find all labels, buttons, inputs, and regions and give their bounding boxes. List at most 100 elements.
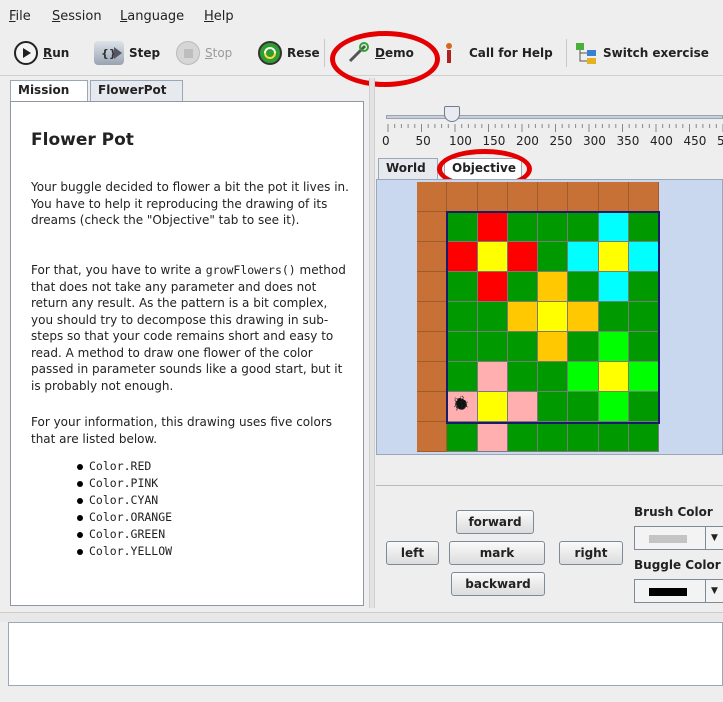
grid-cell [538, 272, 569, 302]
grid-cell [507, 392, 538, 422]
grid-cell [417, 212, 448, 242]
grid-cell [628, 422, 659, 452]
grid-cell [507, 362, 538, 392]
stop-button[interactable]: Stop [176, 34, 232, 72]
run-button[interactable]: Run [14, 34, 69, 72]
grid-cell [447, 242, 478, 272]
step-button[interactable]: {} Step [94, 34, 160, 72]
tick-label: 450 [683, 134, 707, 148]
tick-label: 0 [382, 134, 390, 148]
tick-label: 500 [717, 134, 723, 148]
tick-label: 200 [516, 134, 539, 148]
list-item: Color.GREEN [77, 526, 172, 543]
grid-cell [628, 182, 659, 212]
grid-cell [628, 212, 659, 242]
mark-button[interactable]: mark [449, 541, 545, 565]
right-button[interactable]: right [559, 541, 623, 565]
tick-label: 350 [616, 134, 640, 148]
tick-label: 150 [482, 134, 506, 148]
forward-button[interactable]: forward [456, 510, 534, 534]
grid-cell [538, 422, 569, 452]
grid-cell [538, 182, 569, 212]
list-item: Color.CYAN [77, 492, 172, 509]
output-log[interactable] [8, 622, 723, 686]
grid-cell [507, 332, 538, 362]
wand-icon [346, 41, 370, 65]
grid-cell [598, 212, 629, 242]
buggle-color-select[interactable]: ▼ [634, 579, 723, 603]
left-button[interactable]: left [386, 541, 439, 565]
mission-title: Flower Pot [31, 130, 134, 150]
tick-label: 300 [583, 134, 606, 148]
grid-cell [507, 182, 538, 212]
panel-splitter[interactable] [369, 78, 375, 608]
buggle-icon: 🐞 [452, 396, 470, 412]
grid-cell [447, 212, 478, 242]
tab-flowerpot[interactable]: FlowerPot [90, 80, 183, 101]
tick-label: 50 [415, 134, 431, 148]
step-icon: {} [94, 41, 124, 65]
switch-exercise-button[interactable]: Switch exercise [574, 34, 709, 72]
grid-cell [477, 182, 508, 212]
list-item: Color.YELLOW [77, 543, 172, 560]
grid-cell [477, 362, 508, 392]
grid-cell [538, 242, 569, 272]
grid-cell [447, 182, 478, 212]
grid-cell [417, 182, 448, 212]
mission-paragraph-2: For that, you have to write a growFlower… [31, 263, 346, 393]
grid-cell [447, 422, 478, 452]
grid-cell [507, 212, 538, 242]
brush-color-select[interactable]: ▼ [634, 526, 723, 550]
grid-cell [417, 302, 448, 332]
menu-session[interactable]: Session [52, 9, 102, 24]
tick-label: 250 [549, 134, 573, 148]
grid-cell [598, 272, 629, 302]
log-splitter[interactable] [0, 612, 723, 622]
grid-cell [477, 212, 508, 242]
tab-world[interactable]: World [378, 158, 438, 179]
buggle-color-label: Buggle Color [634, 558, 721, 572]
speed-slider-thumb[interactable] [444, 106, 460, 122]
grid-cell [417, 422, 448, 452]
grid-cell [447, 362, 478, 392]
menu-file[interactable]: File [9, 9, 31, 24]
list-item: Color.RED [77, 458, 172, 475]
grid-cell [507, 272, 538, 302]
grid-cell [538, 302, 569, 332]
grid-cell [538, 212, 569, 242]
menu-language[interactable]: Language [120, 9, 184, 24]
mission-paragraph-3: For your information, this drawing uses … [31, 415, 333, 446]
backward-button[interactable]: backward [451, 572, 545, 596]
grid-cell [507, 242, 538, 272]
grid-cell [568, 272, 599, 302]
grid-cell [568, 242, 599, 272]
horizontal-splitter[interactable] [376, 485, 723, 493]
grid-cell [417, 242, 448, 272]
grid-cell [598, 332, 629, 362]
menu-help[interactable]: Help [204, 9, 234, 24]
grid-cell [568, 302, 599, 332]
grid-cell [628, 302, 659, 332]
grid-cell [447, 302, 478, 332]
grid-cell [568, 212, 599, 242]
grid-cell [477, 242, 508, 272]
grid-cell [447, 332, 478, 362]
reset-button[interactable]: Rese [258, 34, 320, 72]
grid-cell [538, 332, 569, 362]
grid-cell [628, 362, 659, 392]
stop-icon [176, 41, 200, 65]
grid-cell [628, 332, 659, 362]
demo-button[interactable]: Demo [346, 34, 414, 72]
grid-cell [417, 362, 448, 392]
grid-cell [507, 302, 538, 332]
grid-cell [447, 272, 478, 302]
speed-slider-track[interactable] [386, 115, 723, 119]
tab-mission[interactable]: Mission [10, 80, 88, 101]
list-item: Color.PINK [77, 475, 172, 492]
grid-cell [538, 392, 569, 422]
exercise-tree-icon [574, 41, 598, 65]
buggle-color-swatch [649, 588, 687, 596]
call-for-help-button[interactable]: Call for Help [442, 34, 553, 72]
tab-objective[interactable]: Objective [444, 158, 522, 179]
grid-cell [628, 392, 659, 422]
